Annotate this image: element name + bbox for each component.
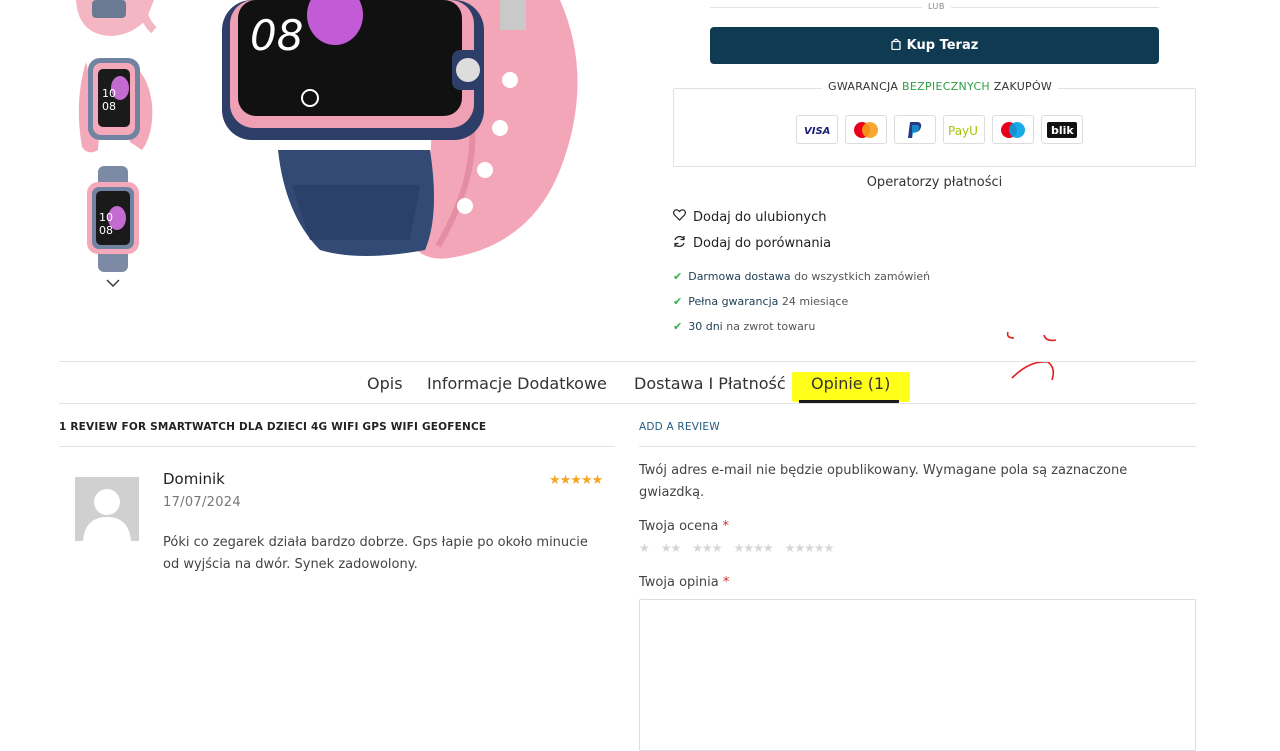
review-text: Póki co zegarek działa bardzo dobrze. Gp… [163,535,588,572]
main-watch-time: 08 [250,11,303,60]
review-rating-stars: ★★★★★ [549,473,603,488]
svg-text:PayU: PayU [948,124,978,138]
maestro-icon [992,115,1034,144]
tabs-divider-bottom [59,403,1196,404]
annotation-scribble [1006,331,1057,381]
buy-now-label: Kup Teraz [906,38,979,53]
perk-warranty: ✔ Pełna gwarancja 24 miesiące [673,295,849,308]
svg-text:VISA: VISA [804,126,830,137]
heart-icon [673,209,686,225]
rating-label: Twoja ocena * [639,519,730,534]
buy-now-button[interactable]: Kup Teraz [710,27,1159,64]
payu-icon: PayU [943,115,985,144]
thumbnail-1[interactable] [70,0,158,40]
mastercard-icon [845,115,887,144]
svg-text:08: 08 [102,100,116,113]
svg-text:10: 10 [99,211,113,224]
wishlist-label: Dodaj do ulubionych [693,209,827,225]
thumbnail-3[interactable]: 10 08 [70,166,158,272]
paypal-icon [894,115,936,144]
check-icon: ✔ [673,270,683,283]
guarantee-title: GWARANCJA BEZPIECZNYCH ZAKUPÓW [822,80,1059,93]
compare-label: Dodaj do porównania [693,236,832,251]
reviews-heading: 1 REVIEW FOR SMARTWATCH DLA DZIECI 4G WI… [59,421,487,433]
or-label: LUB [922,2,951,11]
privacy-note: Twój adres e-mail nie będzie opublikowan… [639,463,1128,500]
rating-1-star[interactable]: ★ [639,541,650,555]
review-author: Dominik [163,470,225,488]
add-to-wishlist-link[interactable]: Dodaj do ulubionych [673,209,827,225]
svg-text:blik: blik [1051,124,1074,137]
svg-text:08: 08 [99,224,113,237]
perk-returns: ✔ 30 dni na zwrot towaru [673,320,816,333]
product-image: 08 [200,0,600,270]
rating-selector[interactable]: ★ ★★ ★★★ ★★★★ ★★★★★ [639,541,835,555]
perk-free-delivery: ✔ Darmowa dostawa do wszystkich zamówień [673,270,931,283]
rating-4-stars[interactable]: ★★★★ [734,541,774,555]
review-date: 17/07/2024 [163,495,241,510]
review-textarea[interactable] [639,599,1196,751]
divider [59,446,615,447]
blik-icon: blik [1041,115,1083,144]
rating-2-stars[interactable]: ★★ [661,541,681,555]
tab-reviews[interactable]: Opinie (1) [811,374,890,393]
rating-5-stars[interactable]: ★★★★★ [785,541,835,555]
visa-icon: VISA [796,115,838,144]
avatar [75,477,139,541]
review-label: Twoja opinia * [639,575,730,590]
tab-description[interactable]: Opis [367,374,403,393]
divider [639,446,1196,447]
thumbnail-2[interactable]: 10 08 [70,52,158,156]
add-to-compare-link[interactable]: Dodaj do porównania [673,235,831,252]
chevron-down-icon[interactable] [105,274,121,287]
refresh-icon [673,235,686,252]
check-icon: ✔ [673,320,683,333]
thumb-time: 10 [102,87,116,100]
tab-shipping-payment[interactable]: Dostawa I Płatność [634,374,786,393]
tabs-divider-top [59,361,1196,362]
payment-methods: VISA PayU blik [796,115,1083,144]
add-review-heading: ADD A REVIEW [639,421,720,433]
payment-operators-link[interactable]: Operatorzy płatności [673,175,1196,190]
shopping-bag-icon [891,38,901,54]
rating-3-stars[interactable]: ★★★ [692,541,722,555]
tab-additional-info[interactable]: Informacje Dodatkowe [427,374,607,393]
check-icon: ✔ [673,295,683,308]
